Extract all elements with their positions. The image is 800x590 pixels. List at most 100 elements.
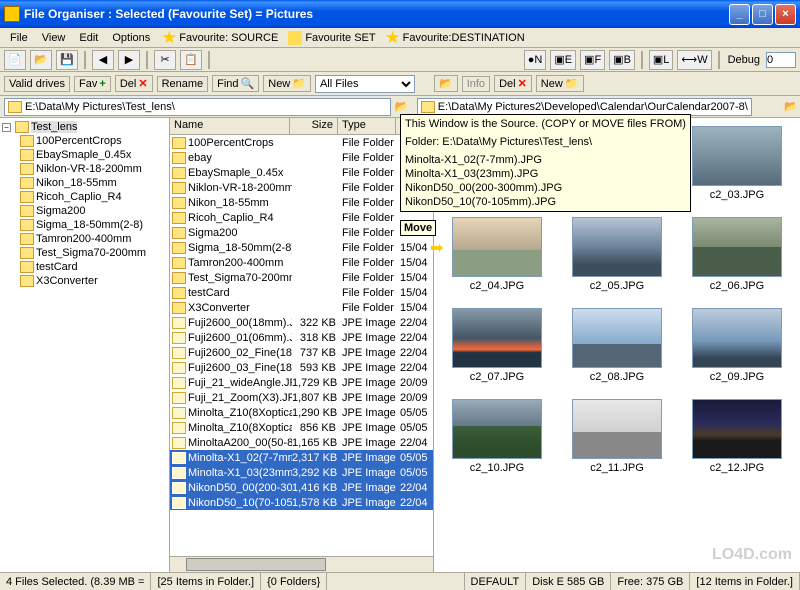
- maximize-button[interactable]: □: [752, 4, 773, 25]
- file-row[interactable]: Fuji_21_wideAngle.JPG1,729 KBJPE Image20…: [170, 375, 433, 390]
- tree-root[interactable]: −Test_lens: [2, 120, 167, 134]
- file-row[interactable]: Fuji2600_00(18mm).JPG322 KBJPE Image22/0…: [170, 315, 433, 330]
- go-icon[interactable]: 📂: [434, 75, 458, 92]
- file-row[interactable]: Fuji_21_Zoom(X3).JPG1,807 KBJPE Image20/…: [170, 390, 433, 405]
- on-button[interactable]: ●N: [524, 50, 547, 70]
- f-button[interactable]: ▣F: [580, 50, 605, 70]
- address-left[interactable]: E:\Data\My Pictures\Test_lens\: [4, 98, 391, 116]
- file-row[interactable]: Nikon_18-55mmFile Folder: [170, 195, 433, 210]
- folder-icon: [20, 205, 34, 217]
- fav-button[interactable]: Fav+: [74, 76, 111, 92]
- file-icon: [172, 467, 186, 479]
- tool-copy-icon[interactable]: 📋: [180, 50, 202, 70]
- tree-node[interactable]: Tamron200-400mm: [2, 232, 167, 246]
- thumbnail[interactable]: c2_04.JPG: [442, 217, 552, 292]
- tree-node[interactable]: 100PercentCrops: [2, 134, 167, 148]
- rename-button[interactable]: Rename: [157, 76, 209, 92]
- del2-button[interactable]: Del✕: [494, 75, 532, 92]
- file-row[interactable]: 100PercentCropsFile Folder08/06: [170, 135, 433, 150]
- thumbnail[interactable]: c2_10.JPG: [442, 399, 552, 474]
- menu-edit[interactable]: Edit: [73, 30, 104, 46]
- tool-save-icon[interactable]: 💾: [56, 50, 78, 70]
- file-row[interactable]: Minolta-X1_03(23mm).JPG3,292 KBJPE Image…: [170, 465, 433, 480]
- file-row[interactable]: Fuji2600_03_Fine(18mm).JPG593 KBJPE Imag…: [170, 360, 433, 375]
- file-row[interactable]: Minolta_Z10(8Xoptical_2mpix)_01...856 KB…: [170, 420, 433, 435]
- tree-node[interactable]: Sigma200: [2, 204, 167, 218]
- tool-prev-icon[interactable]: ◀: [92, 50, 114, 70]
- find-button[interactable]: Find🔍: [212, 75, 259, 92]
- tree-node[interactable]: Sigma_18-50mm(2-8): [2, 218, 167, 232]
- file-row[interactable]: ebayFile Folder: [170, 150, 433, 165]
- tree-node[interactable]: Niklon-VR-18-200mm: [2, 162, 167, 176]
- tool-new-icon[interactable]: 📄: [4, 50, 26, 70]
- new2-button[interactable]: New📁: [536, 75, 584, 92]
- file-list: Name Size Type Date l 100PercentCropsFil…: [170, 118, 434, 572]
- col-name[interactable]: Name: [170, 118, 290, 134]
- file-row[interactable]: Minolta-X1_02(7-7mm).JPG2,317 KBJPE Imag…: [170, 450, 433, 465]
- file-row[interactable]: Fuji2600_02_Fine(18mm).JPG737 KBJPE Imag…: [170, 345, 433, 360]
- thumbnail[interactable]: c2_06.JPG: [682, 217, 792, 292]
- thumbnail[interactable]: c2_07.JPG: [442, 308, 552, 383]
- file-row[interactable]: Tamron200-400mmFile Folder15/04: [170, 255, 433, 270]
- file-row[interactable]: Test_Sigma70-200mmFile Folder15/04: [170, 270, 433, 285]
- file-row[interactable]: testCardFile Folder15/04: [170, 285, 433, 300]
- col-type[interactable]: Type: [338, 118, 396, 134]
- fav-source[interactable]: Favourite: SOURCE: [158, 29, 282, 47]
- file-row[interactable]: Sigma200File Folder: [170, 225, 433, 240]
- thumbnail[interactable]: c2_08.JPG: [562, 308, 672, 383]
- tree-node[interactable]: Nikon_18-55mm: [2, 176, 167, 190]
- file-row[interactable]: MinoltaA200_00(50-8-200mm).JPG1,165 KBJP…: [170, 435, 433, 450]
- file-row[interactable]: Sigma_18-50mm(2-8)File Folder15/04: [170, 240, 433, 255]
- b-button[interactable]: ▣B: [609, 50, 635, 70]
- thumbnail[interactable]: c2_12.JPG: [682, 399, 792, 474]
- file-row[interactable]: X3ConverterFile Folder15/04: [170, 300, 433, 315]
- file-row[interactable]: Fuji2600_01(06mm).JPG318 KBJPE Image22/0…: [170, 330, 433, 345]
- menu-options[interactable]: Options: [106, 30, 156, 46]
- menu-view[interactable]: View: [36, 30, 72, 46]
- debug-input[interactable]: [766, 52, 796, 68]
- tree-node[interactable]: X3Converter: [2, 274, 167, 288]
- folder-tree[interactable]: −Test_lens 100PercentCropsEbaySmaple_0.4…: [0, 118, 170, 572]
- tree-node[interactable]: EbaySmaple_0.45x: [2, 148, 167, 162]
- tree-node[interactable]: Ricoh_Caplio_R4: [2, 190, 167, 204]
- tree-node[interactable]: testCard: [2, 260, 167, 274]
- collapse-icon[interactable]: −: [2, 123, 11, 132]
- tree-node[interactable]: Test_Sigma70-200mm: [2, 246, 167, 260]
- new-button[interactable]: New📁: [263, 75, 311, 92]
- file-row[interactable]: EbaySmaple_0.45xFile Folder: [170, 165, 433, 180]
- scrollbar-thumb[interactable]: [186, 558, 326, 571]
- file-row[interactable]: Ricoh_Caplio_R4File Folder: [170, 210, 433, 225]
- minimize-button[interactable]: _: [729, 4, 750, 25]
- folder-icon: [20, 275, 34, 287]
- app-icon: [4, 6, 20, 22]
- file-row[interactable]: Minolta_Z10(8Xoptical_2mpix)_00...1,290 …: [170, 405, 433, 420]
- valid-drives-button[interactable]: Valid drives: [4, 76, 70, 92]
- info-button[interactable]: Info: [462, 76, 490, 92]
- thumbnail[interactable]: c2_05.JPG: [562, 217, 672, 292]
- tool-cut-icon[interactable]: ✂: [154, 50, 176, 70]
- close-button[interactable]: ×: [775, 4, 796, 25]
- tool-next-icon[interactable]: ▶: [118, 50, 140, 70]
- fav-set[interactable]: Favourite SET: [284, 29, 379, 47]
- col-size[interactable]: Size: [290, 118, 338, 134]
- horizontal-scrollbar[interactable]: [170, 556, 433, 572]
- file-rows[interactable]: 100PercentCropsFile Folder08/06ebayFile …: [170, 135, 433, 556]
- thumbnail[interactable]: c2_09.JPG: [682, 308, 792, 383]
- thumbnail[interactable]: c2_03.JPG: [682, 126, 792, 201]
- file-row[interactable]: NikonD50_10(70-105mm).JPG1,578 KBJPE Ima…: [170, 495, 433, 510]
- e-button[interactable]: ▣E: [550, 50, 576, 70]
- del-button[interactable]: Del✕: [115, 75, 153, 92]
- address-right[interactable]: E:\Data\My Pictures2\Developed\Calendar\…: [417, 98, 752, 116]
- fav-dest[interactable]: Favourite:DESTINATION: [382, 29, 529, 47]
- tool-open-icon[interactable]: 📂: [30, 50, 52, 70]
- file-row[interactable]: NikonD50_00(200-300mm).JPG1,416 KBJPE Im…: [170, 480, 433, 495]
- thumbnail[interactable]: c2_11.JPG: [562, 399, 672, 474]
- file-row[interactable]: Niklon-VR-18-200mmFile Folder: [170, 180, 433, 195]
- w-button[interactable]: ⟷W: [677, 50, 711, 70]
- l-button[interactable]: ▣L: [649, 50, 674, 70]
- filter-select[interactable]: All Files: [315, 75, 415, 93]
- go-right-icon[interactable]: 📂: [782, 98, 800, 116]
- status-items: [25 Items in Folder.]: [151, 573, 261, 590]
- go-left-icon[interactable]: 📂: [393, 98, 411, 116]
- menu-file[interactable]: File: [4, 30, 34, 46]
